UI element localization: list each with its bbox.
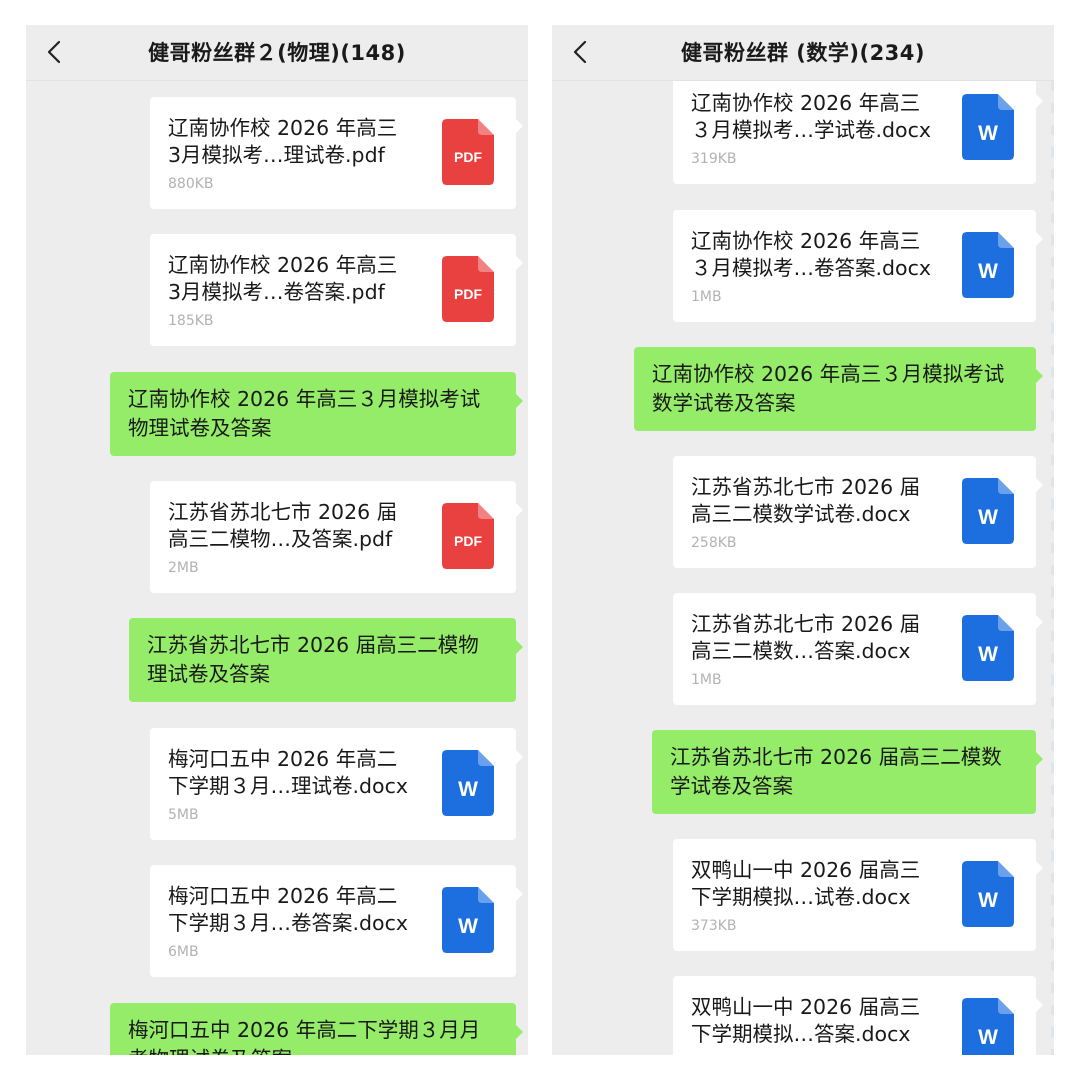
word-icon: W [962,615,1014,681]
file-name: 双鸭山一中 2026 届高三 下学期模拟…试卷.docx [691,858,921,909]
file-size: 373KB [691,918,737,934]
file-name: 辽南协作校 2026 年高三 ３月模拟考…卷答案.docx [691,229,931,280]
pdf-icon: PDF [442,119,494,185]
adjacent-panel-edge [1051,81,1054,1055]
svg-text:W: W [978,889,998,912]
svg-text:W: W [458,778,478,801]
file-size: 1MB [691,289,722,305]
svg-text:PDF: PDF [454,149,482,165]
file-message[interactable]: 辽南协作校 2026 年高三 ３月模拟考…学试卷.docx 319KB W [673,81,1043,184]
file-message[interactable]: 辽南协作校 2026 年高三 3月模拟考…理试卷.pdf 880KB PDF [150,97,523,209]
svg-text:PDF: PDF [454,286,482,302]
file-message[interactable]: 梅河口五中 2026 年高二 下学期３月…卷答案.docx 6MB W [150,865,523,977]
file-name: 江苏省苏北七市 2026 届 高三二模数…答案.docx [691,612,921,663]
svg-text:W: W [978,643,998,666]
svg-text:W: W [978,122,998,145]
file-message[interactable]: 江苏省苏北七市 2026 届 高三二模物…及答案.pdf 2MB PDF [150,481,523,593]
file-name: 辽南协作校 2026 年高三 ３月模拟考…学试卷.docx [691,91,931,142]
text-message[interactable]: 梅河口五中 2026 年高二下学期３月月 考物理试卷及答案 [110,1003,523,1055]
pdf-icon: PDF [442,256,494,322]
file-name: 江苏省苏北七市 2026 届 高三二模数学试卷.docx [691,475,921,526]
word-icon: W [442,887,494,953]
file-message[interactable]: 江苏省苏北七市 2026 届 高三二模数…答案.docx 1MB W [673,593,1043,705]
file-message[interactable]: 双鸭山一中 2026 届高三 下学期模拟…试卷.docx 373KB W [673,839,1043,951]
file-name: 辽南协作校 2026 年高三 3月模拟考…卷答案.pdf [168,253,398,304]
svg-text:W: W [458,915,478,938]
file-name: 江苏省苏北七市 2026 届 高三二模物…及答案.pdf [168,500,398,551]
message-text: 梅河口五中 2026 年高二下学期３月月 考物理试卷及答案 [128,1018,481,1055]
file-size: 185KB [168,313,214,329]
file-message[interactable]: 双鸭山一中 2026 届高三 下学期模拟…答案.docx W [673,976,1043,1055]
svg-text:W: W [978,1026,998,1049]
word-icon: W [962,94,1014,160]
file-message[interactable]: 辽南协作校 2026 年高三 ３月模拟考…卷答案.docx 1MB W [673,210,1043,322]
svg-text:W: W [978,260,998,283]
text-message[interactable]: 辽南协作校 2026 年高三３月模拟考试 物理试卷及答案 [110,372,523,456]
word-icon: W [962,998,1014,1055]
file-message[interactable]: 辽南协作校 2026 年高三 3月模拟考…卷答案.pdf 185KB PDF [150,234,523,346]
file-size: 319KB [691,151,737,167]
word-icon: W [442,750,494,816]
file-size: 6MB [168,944,199,960]
chat-title: 健哥粉丝群 (数学)(234) [680,41,926,65]
chat-header: 健哥粉丝群２(物理)(148) [26,25,528,81]
file-size: 258KB [691,535,737,551]
text-message[interactable]: 江苏省苏北七市 2026 届高三二模物 理试卷及答案 [129,618,523,702]
file-message[interactable]: 江苏省苏北七市 2026 届 高三二模数学试卷.docx 258KB W [673,456,1043,568]
message-list[interactable]: 辽南协作校 2026 年高三 ３月模拟考…学试卷.docx 319KB W 辽南协作校… [552,81,1054,1055]
chat-header: 健哥粉丝群 (数学)(234) [552,25,1054,81]
file-size: 1MB [691,672,722,688]
file-message[interactable]: 梅河口五中 2026 年高二 下学期３月…理试卷.docx 5MB W [150,728,523,840]
message-text: 江苏省苏北七市 2026 届高三二模数 学试卷及答案 [670,745,1002,798]
svg-text:W: W [978,506,998,529]
file-size: 2MB [168,560,199,576]
file-name: 梅河口五中 2026 年高二 下学期３月…理试卷.docx [168,747,408,798]
file-size: 880KB [168,176,214,192]
left-chat-panel: 健哥粉丝群２(物理)(148) 辽南协作校 2026 年高三 3月模拟考…理试卷… [26,25,528,1055]
file-name: 梅河口五中 2026 年高二 下学期３月…卷答案.docx [168,884,408,935]
word-icon: W [962,232,1014,298]
word-icon: W [962,861,1014,927]
message-list[interactable]: 辽南协作校 2026 年高三 3月模拟考…理试卷.pdf 880KB PDF 辽南协作… [26,81,528,1055]
file-name: 辽南协作校 2026 年高三 3月模拟考…理试卷.pdf [168,116,398,167]
word-icon: W [962,478,1014,544]
chat-title: 健哥粉丝群２(物理)(148) [148,41,406,65]
message-text: 江苏省苏北七市 2026 届高三二模物 理试卷及答案 [147,633,479,686]
text-message[interactable]: 辽南协作校 2026 年高三３月模拟考试 数学试卷及答案 [634,347,1043,431]
pdf-icon: PDF [442,503,494,569]
file-size: 5MB [168,807,199,823]
message-text: 辽南协作校 2026 年高三３月模拟考试 数学试卷及答案 [652,362,1005,415]
file-name: 双鸭山一中 2026 届高三 下学期模拟…答案.docx [691,995,921,1046]
text-message[interactable]: 江苏省苏北七市 2026 届高三二模数 学试卷及答案 [652,730,1043,814]
right-chat-panel: 健哥粉丝群 (数学)(234) 辽南协作校 2026 年高三 ３月模拟考…学试卷… [552,25,1054,1055]
message-text: 辽南协作校 2026 年高三３月模拟考试 物理试卷及答案 [128,387,481,440]
svg-text:PDF: PDF [454,533,482,549]
